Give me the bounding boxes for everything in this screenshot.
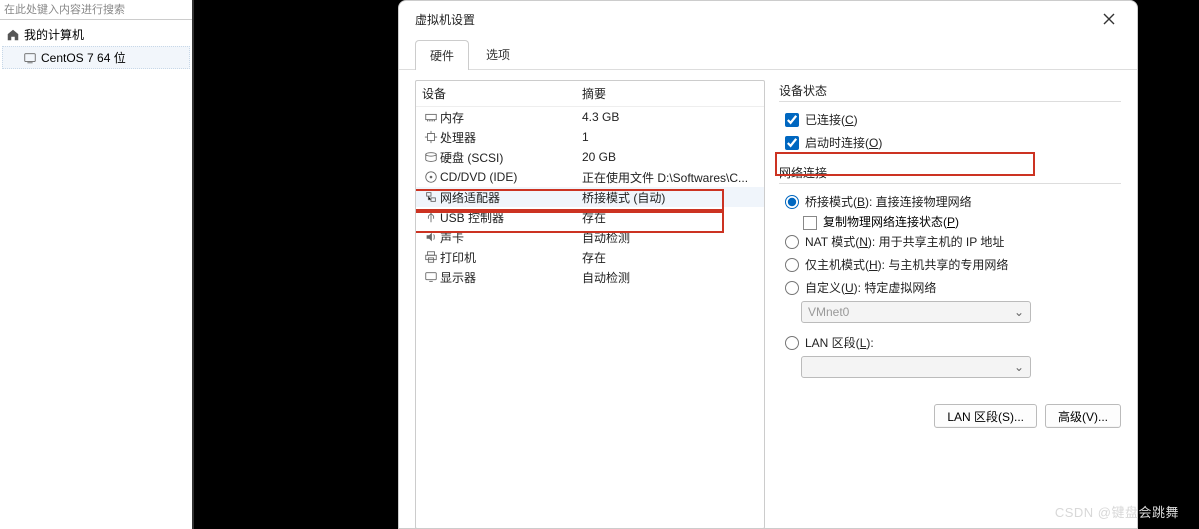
checkbox-label: 已连接(C) (805, 111, 858, 128)
checkbox-connected[interactable]: 已连接(C) (779, 108, 1121, 131)
advanced-button[interactable]: 高级(V)... (1045, 404, 1121, 428)
device-row[interactable]: 打印机存在 (416, 247, 764, 267)
vm-settings-dialog: 虚拟机设置 硬件 选项 设备 摘要 内存4.3 GB处理器1硬盘 (SCSI)2… (398, 0, 1138, 529)
tab-options[interactable]: 选项 (471, 39, 525, 69)
group-title: 设备状态 (779, 82, 1121, 102)
device-row[interactable]: 硬盘 (SCSI)20 GB (416, 147, 764, 167)
device-summary: 存在 (582, 249, 758, 266)
search-input[interactable]: 在此处键入内容进行搜索 (0, 0, 192, 20)
chevron-down-icon: ⌄ (1014, 360, 1024, 374)
radio-label: 自定义(U): 特定虚拟网络 (805, 279, 936, 296)
device-summary: 桥接模式 (自动) (582, 189, 758, 206)
device-row[interactable]: USB 控制器存在 (416, 207, 764, 227)
device-row[interactable]: 声卡自动检测 (416, 227, 764, 247)
select-value: VMnet0 (808, 305, 849, 319)
custom-vmnet-select: VMnet0 ⌄ (801, 301, 1031, 323)
device-name: 声卡 (440, 229, 582, 246)
usb-icon (422, 209, 440, 225)
radio-input[interactable] (785, 281, 799, 295)
device-status-group: 设备状态 已连接(C) 启动时连接(O) (779, 82, 1121, 154)
button-label: 高级(V)... (1058, 408, 1108, 425)
checkbox-input[interactable] (803, 216, 817, 230)
tree-root-label: 我的计算机 (24, 26, 84, 43)
device-summary: 自动检测 (582, 229, 758, 246)
tab-hardware[interactable]: 硬件 (415, 40, 469, 70)
device-row[interactable]: 网络适配器桥接模式 (自动) (416, 187, 764, 207)
disk-icon (422, 149, 440, 165)
chevron-down-icon: ⌄ (1014, 305, 1024, 319)
printer-icon (422, 249, 440, 265)
device-header: 设备 摘要 (416, 81, 764, 107)
checkbox-input[interactable] (785, 136, 799, 150)
radio-label: NAT 模式(N): 用于共享主机的 IP 地址 (805, 233, 1004, 250)
memory-icon (422, 109, 440, 125)
vm-icon (23, 51, 37, 65)
lan-segments-button[interactable]: LAN 区段(S)... (934, 404, 1037, 428)
device-summary: 存在 (582, 209, 758, 226)
checkbox-replicate-state[interactable]: 复制物理网络连接状态(P) (779, 213, 1121, 230)
network-connection-group: 网络连接 桥接模式(B): 直接连接物理网络 复制物理网络连接状态(P) NAT… (779, 164, 1121, 378)
col-summary: 摘要 (582, 85, 758, 102)
device-name: 处理器 (440, 129, 582, 146)
device-summary: 20 GB (582, 150, 758, 164)
close-button[interactable] (1093, 3, 1125, 35)
radio-input[interactable] (785, 235, 799, 249)
button-label: LAN 区段(S)... (947, 408, 1024, 425)
checkbox-label: 启动时连接(O) (805, 134, 882, 151)
vm-tree: 我的计算机 CentOS 7 64 位 (0, 20, 192, 73)
radio-label: 桥接模式(B): 直接连接物理网络 (805, 193, 972, 210)
checkbox-connect-at-power-on[interactable]: 启动时连接(O) (779, 131, 1121, 154)
device-name: 网络适配器 (440, 189, 582, 206)
tree-root-my-computer[interactable]: 我的计算机 (2, 24, 190, 45)
device-row[interactable]: 处理器1 (416, 127, 764, 147)
radio-nat[interactable]: NAT 模式(N): 用于共享主机的 IP 地址 (779, 230, 1121, 253)
radio-label: 仅主机模式(H): 与主机共享的专用网络 (805, 256, 1008, 273)
device-name: CD/DVD (IDE) (440, 170, 582, 184)
radio-bridged[interactable]: 桥接模式(B): 直接连接物理网络 (779, 190, 1121, 213)
device-summary: 自动检测 (582, 269, 758, 286)
device-name: 打印机 (440, 249, 582, 266)
titlebar: 虚拟机设置 (399, 1, 1137, 37)
lan-segment-select: ⌄ (801, 356, 1031, 378)
tree-item-label: CentOS 7 64 位 (41, 49, 126, 66)
device-summary: 1 (582, 130, 758, 144)
tree-item-centos7[interactable]: CentOS 7 64 位 (2, 46, 190, 69)
radio-host-only[interactable]: 仅主机模式(H): 与主机共享的专用网络 (779, 253, 1121, 276)
disc-icon (422, 169, 440, 185)
device-name: USB 控制器 (440, 209, 582, 226)
device-summary: 正在使用文件 D:\Softwares\C... (582, 169, 758, 186)
device-name: 内存 (440, 109, 582, 126)
radio-input[interactable] (785, 195, 799, 209)
group-title: 网络连接 (779, 164, 1121, 184)
device-summary: 4.3 GB (582, 110, 758, 124)
cpu-icon (422, 129, 440, 145)
radio-custom[interactable]: 自定义(U): 特定虚拟网络 (779, 276, 1121, 299)
device-list: 设备 摘要 内存4.3 GB处理器1硬盘 (SCSI)20 GBCD/DVD (… (415, 80, 765, 529)
checkbox-label: 复制物理网络连接状态(P) (823, 215, 959, 229)
vm-library-sidebar: 在此处键入内容进行搜索 我的计算机 CentOS 7 64 位 (0, 0, 194, 529)
device-row[interactable]: CD/DVD (IDE)正在使用文件 D:\Softwares\C... (416, 167, 764, 187)
display-icon (422, 269, 440, 285)
home-icon (6, 28, 20, 42)
button-row: LAN 区段(S)... 高级(V)... (934, 404, 1121, 428)
network-icon (422, 189, 440, 205)
watermark: CSDN @键盘会跳舞 (1055, 502, 1179, 521)
tabs: 硬件 选项 (399, 37, 1137, 70)
device-name: 显示器 (440, 269, 582, 286)
radio-input[interactable] (785, 258, 799, 272)
device-name: 硬盘 (SCSI) (440, 149, 582, 166)
dialog-title: 虚拟机设置 (415, 11, 1093, 28)
sound-icon (422, 229, 440, 245)
checkbox-input[interactable] (785, 113, 799, 127)
col-device: 设备 (422, 85, 582, 102)
device-row[interactable]: 内存4.3 GB (416, 107, 764, 127)
radio-label: LAN 区段(L): (805, 334, 874, 351)
device-detail-panel: 设备状态 已连接(C) 启动时连接(O) 网络连接 桥接模式(B): 直接连接物… (779, 80, 1121, 529)
radio-input[interactable] (785, 336, 799, 350)
radio-lan-segment[interactable]: LAN 区段(L): (779, 331, 1121, 354)
device-row[interactable]: 显示器自动检测 (416, 267, 764, 287)
